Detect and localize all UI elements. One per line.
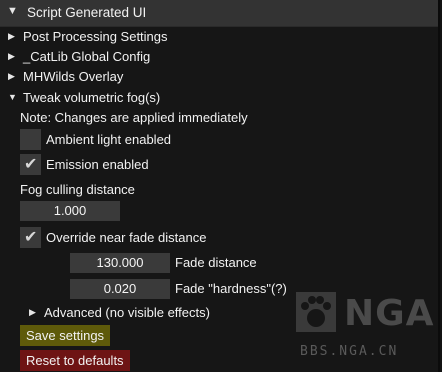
tree-node-volumetric-fog[interactable]: ▼ Tweak volumetric fog(s) [0, 88, 440, 108]
collapse-triangle-icon[interactable]: ▼ [7, 5, 18, 17]
note-row: Note: Changes are applied immediately [0, 108, 440, 128]
save-settings-button[interactable]: Save settings [20, 325, 111, 346]
tree-node-catlib[interactable]: ▶ _CatLib Global Config [0, 47, 440, 67]
reset-defaults-button[interactable]: Reset to defaults [20, 350, 130, 371]
expand-triangle-icon: ▶ [8, 31, 15, 41]
expand-triangle-icon: ▶ [8, 71, 15, 81]
expand-triangle-icon: ▶ [8, 51, 15, 61]
tree-node-label: MHWilds Overlay [23, 69, 124, 84]
window-titlebar[interactable]: ▼ Script Generated UI [0, 0, 440, 27]
fog-culling-input[interactable]: 1.000 [20, 201, 120, 221]
culling-label-row: Fog culling distance [0, 180, 440, 200]
emission-row: ✔ Emission enabled [0, 154, 440, 176]
fog-culling-label: Fog culling distance [20, 182, 135, 197]
emission-label: Emission enabled [46, 157, 149, 172]
tree-node-label: Post Processing Settings [23, 29, 168, 44]
watermark-logo-text: NGA [344, 293, 435, 334]
override-row: ✔ Override near fade distance [0, 227, 440, 249]
tree-node-post-processing[interactable]: ▶ Post Processing Settings [0, 27, 440, 47]
ambient-light-checkbox[interactable] [20, 129, 41, 150]
tree-node-mhwilds-overlay[interactable]: ▶ MHWilds Overlay [0, 67, 440, 87]
override-fade-label: Override near fade distance [46, 230, 207, 245]
checkmark-icon: ✔ [24, 229, 38, 246]
paw-logo-icon [296, 292, 336, 332]
nga-watermark: NGA BBS.NGA.CN [294, 290, 438, 368]
tree-node-label: _CatLib Global Config [23, 49, 151, 64]
advanced-label: Advanced (no visible effects) [44, 305, 210, 320]
expand-triangle-icon: ▶ [29, 307, 36, 317]
tree-node-label: Tweak volumetric fog(s) [23, 90, 161, 105]
emission-checkbox[interactable]: ✔ [20, 154, 41, 175]
fade-distance-input[interactable]: 130.000 [70, 253, 170, 273]
fade-hardness-input[interactable]: 0.020 [70, 279, 170, 299]
ambient-light-label: Ambient light enabled [46, 132, 172, 147]
window-right-edge [438, 0, 440, 372]
watermark-url: BBS.NGA.CN [300, 344, 399, 359]
ambient-light-row: Ambient light enabled [0, 129, 440, 151]
fade-hardness-label[interactable]: Fade "hardness"(?) [175, 281, 287, 296]
fade-distance-label: Fade distance [175, 255, 257, 270]
window-title: Script Generated UI [27, 5, 147, 20]
checkmark-icon: ✔ [24, 156, 38, 173]
script-generated-ui-window: ▼ Script Generated UI ▶ Post Processing … [0, 0, 440, 372]
collapse-triangle-icon: ▼ [8, 92, 17, 102]
note-text: Note: Changes are applied immediately [20, 110, 248, 125]
override-fade-checkbox[interactable]: ✔ [20, 227, 41, 248]
